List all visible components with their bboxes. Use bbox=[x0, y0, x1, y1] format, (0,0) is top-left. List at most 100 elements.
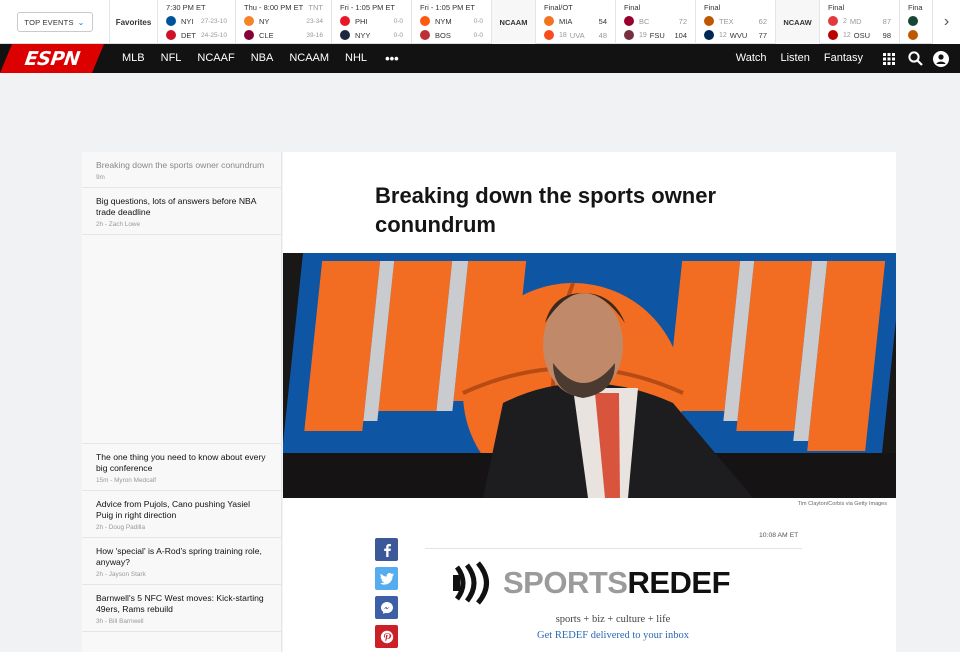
team-row: 18 UVA 48 bbox=[544, 28, 607, 42]
game-card[interactable]: Final 2 MD 87 12 OSU 98 bbox=[820, 0, 900, 44]
team-name: MD bbox=[849, 16, 862, 26]
article-timestamp: 10:08 AM ET bbox=[759, 532, 799, 539]
nav-fantasy[interactable]: Fantasy bbox=[817, 44, 870, 73]
nav-item-ncaaf[interactable]: NCAAF bbox=[189, 44, 242, 73]
rail-story-meta: 15m - Myron Medcalf bbox=[96, 477, 157, 484]
rail-story[interactable]: How 'special' is A-Rod's spring training… bbox=[82, 538, 281, 585]
apps-grid-icon[interactable] bbox=[876, 44, 902, 73]
ncaaw-league-label[interactable]: NCAAW bbox=[776, 0, 820, 44]
team-score: 48 bbox=[598, 30, 607, 40]
search-icon[interactable] bbox=[902, 44, 928, 73]
top-events-dropdown[interactable]: TOP EVENTS ⌄ bbox=[16, 12, 93, 32]
team-name: CLE bbox=[259, 30, 274, 40]
rail-story[interactable]: Big questions, lots of answers before NB… bbox=[82, 188, 281, 235]
story-rail: Breaking down the sports owner conundrum… bbox=[82, 152, 282, 652]
team-name: UVA bbox=[569, 30, 585, 40]
facebook-share-icon[interactable] bbox=[375, 538, 398, 561]
team-row: BC 72 bbox=[624, 14, 687, 28]
game-card[interactable]: Final/OT MIA 54 18 UVA 48 bbox=[536, 0, 616, 44]
team-name: TEX bbox=[719, 16, 734, 26]
sports-redef-logo[interactable]: SPORTSREDEF bbox=[453, 557, 783, 609]
rail-story-title: How 'special' is A-Rod's spring training… bbox=[96, 546, 262, 567]
knicks-logo-icon bbox=[244, 16, 254, 26]
rail-story[interactable]: Advice from Pujols, Cano pushing Yasiel … bbox=[82, 491, 281, 538]
team-row: CLE 39-16 bbox=[244, 28, 323, 42]
hero-photo bbox=[283, 253, 896, 498]
hero-photo-illustration bbox=[283, 253, 896, 498]
ncaam-league-label[interactable]: NCAAM bbox=[492, 0, 536, 44]
messenger-share-icon[interactable] bbox=[375, 596, 398, 619]
game-card[interactable]: Fri - 1:05 PM ET PHI 0-0 NYY 0-0 bbox=[332, 0, 412, 44]
rail-story-title: Big questions, lots of answers before NB… bbox=[96, 196, 257, 217]
rail-story-meta: 2h - Zach Lowe bbox=[96, 221, 141, 228]
team-score: 77 bbox=[758, 30, 767, 40]
nav-item-nfl[interactable]: NFL bbox=[153, 44, 190, 73]
game-status: Final/OT bbox=[544, 3, 573, 12]
pinterest-share-icon[interactable] bbox=[375, 625, 398, 648]
rail-story[interactable]: Breaking down the sports owner conundrum… bbox=[82, 152, 281, 188]
team-score: 0-0 bbox=[393, 31, 403, 39]
redef-signal-icon bbox=[453, 561, 489, 605]
team-score: 54 bbox=[598, 16, 607, 26]
rail-story[interactable]: The one thing you need to know about eve… bbox=[82, 444, 281, 491]
chevron-down-icon: ⌄ bbox=[77, 17, 85, 27]
game-card[interactable]: 7:30 PM ET NYI 27-23-10 DET 24-25-10 bbox=[158, 0, 236, 44]
team-name: WVU bbox=[729, 30, 748, 40]
texas-logo-icon bbox=[908, 30, 918, 40]
nav-item-nhl[interactable]: NHL bbox=[337, 44, 375, 73]
team-score: 0-0 bbox=[393, 17, 403, 25]
game-card[interactable]: Final TEX 62 12 WVU 77 bbox=[696, 0, 776, 44]
top-events-label: TOP EVENTS bbox=[24, 17, 74, 27]
team-name: MIA bbox=[559, 16, 573, 26]
maryland-logo-icon bbox=[828, 16, 838, 26]
game-status: Final bbox=[704, 3, 721, 12]
rail-story-meta: 2h - Doug Padilla bbox=[96, 524, 146, 531]
nav-right: Watch Listen Fantasy bbox=[729, 44, 960, 73]
nav-more-button[interactable]: ••• bbox=[375, 44, 409, 73]
mets-logo-icon bbox=[420, 16, 430, 26]
nav-listen[interactable]: Listen bbox=[774, 44, 817, 73]
twitter-share-icon[interactable] bbox=[375, 567, 398, 590]
rail-story-meta: 2h - Jayson Stark bbox=[96, 571, 146, 578]
team-name: BC bbox=[639, 16, 650, 26]
game-status: 7:30 PM ET bbox=[166, 3, 206, 12]
scores-next-arrow-icon[interactable]: › bbox=[932, 0, 960, 44]
game-card[interactable]: Thu - 8:00 PM ET TNT NY 23-34 CLE 39-16 bbox=[236, 0, 332, 44]
team-score: 62 bbox=[758, 16, 767, 26]
team-name: DET bbox=[181, 30, 196, 40]
scores-strip: TOP EVENTS ⌄ Favorites 7:30 PM ET NYI 27-… bbox=[0, 0, 960, 44]
team-score: 87 bbox=[882, 16, 891, 26]
game-status: Fri - 1:05 PM ET bbox=[420, 3, 476, 12]
favorites-tab[interactable]: Favorites bbox=[110, 0, 158, 44]
redef-tagline: sports + biz + culture + life bbox=[555, 614, 671, 625]
florida-state-logo-icon bbox=[624, 30, 634, 40]
team-name: NYI bbox=[181, 16, 194, 26]
team-rank: 12 bbox=[719, 31, 727, 39]
team-row: DET 24-25-10 bbox=[166, 28, 227, 42]
team-row: PHI 0-0 bbox=[340, 14, 403, 28]
boston-college-logo-icon bbox=[624, 16, 634, 26]
rail-story-meta: 3h - Bill Barnwell bbox=[96, 618, 144, 625]
sports-redef-wordmark: SPORTSREDEF bbox=[503, 565, 731, 601]
nav-watch[interactable]: Watch bbox=[729, 44, 774, 73]
redef-subscribe-link[interactable]: Get REDEF delivered to your inbox bbox=[443, 630, 783, 641]
profile-icon[interactable] bbox=[928, 44, 954, 73]
game-card[interactable]: Fri - 1:05 PM ET NYM 0-0 BOS 0-0 bbox=[412, 0, 492, 44]
rail-story-title: Barnwell's 5 NFC West moves: Kick-starti… bbox=[96, 593, 264, 614]
team-row: 2 MD 87 bbox=[828, 14, 891, 28]
nav-item-nba[interactable]: NBA bbox=[243, 44, 282, 73]
team-record: 27-23-10 bbox=[200, 17, 227, 25]
nav-item-ncaam[interactable]: NCAAM bbox=[281, 44, 337, 73]
team-score: 104 bbox=[674, 30, 687, 40]
miami-logo-icon bbox=[544, 16, 554, 26]
team-row: BOS 0-0 bbox=[420, 28, 483, 42]
rail-story[interactable]: Barnwell's 5 NFC West moves: Kick-starti… bbox=[82, 585, 281, 632]
espn-logo-text: ESPN bbox=[23, 47, 81, 70]
sports-redef-promo: SPORTSREDEF sports + biz + culture + lif… bbox=[453, 557, 783, 641]
team-record: 24-25-10 bbox=[200, 31, 227, 39]
team-row: 12 OSU 98 bbox=[828, 28, 891, 42]
nav-item-mlb[interactable]: MLB bbox=[114, 44, 153, 73]
team-row bbox=[908, 28, 931, 42]
espn-logo[interactable]: ESPN bbox=[0, 44, 104, 73]
game-card[interactable]: Final BC 72 19 FSU 104 bbox=[616, 0, 696, 44]
